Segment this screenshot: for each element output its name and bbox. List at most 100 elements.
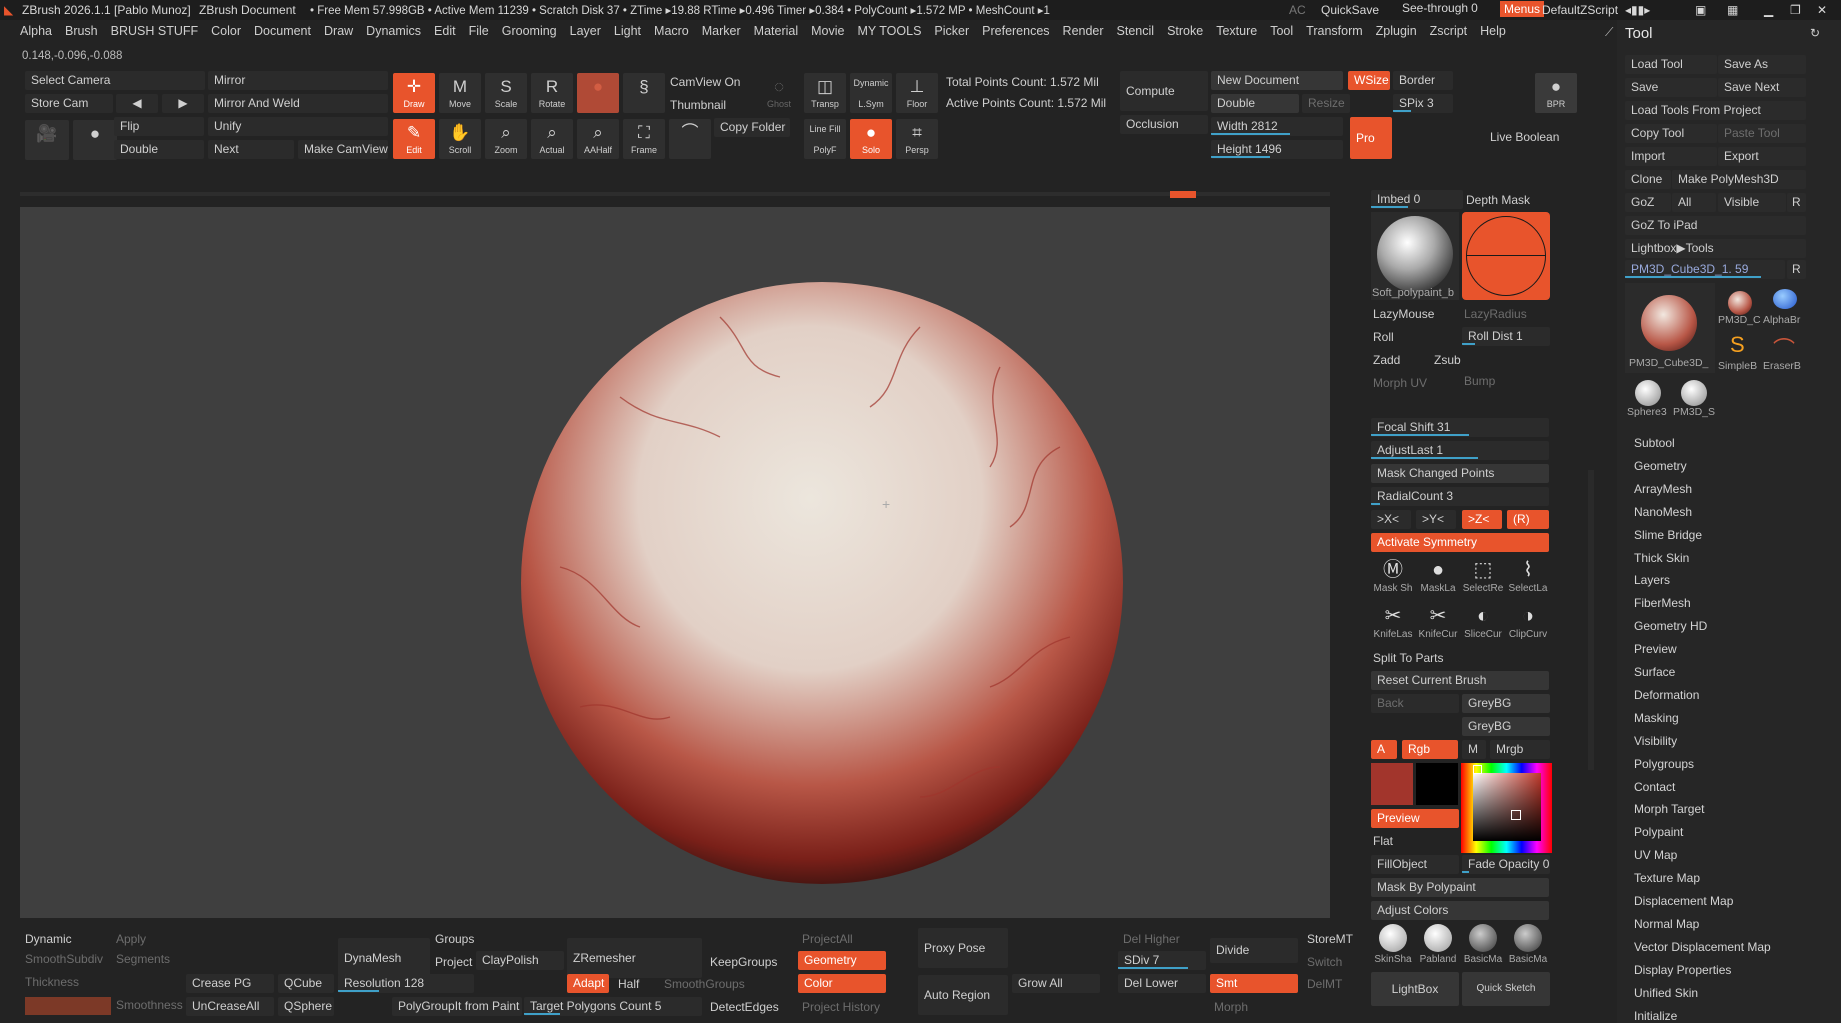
tool-section-subtool[interactable]: Subtool xyxy=(1634,436,1675,450)
menu-item[interactable]: Preferences xyxy=(982,24,1049,38)
greybg-button[interactable]: GreyBG xyxy=(1462,694,1550,713)
paste-tool-button[interactable]: Paste Tool xyxy=(1718,124,1806,143)
tool-palette-icon[interactable]: ⟋ xyxy=(1605,25,1613,40)
segments-slider[interactable]: Segments xyxy=(116,952,170,966)
delmt-button[interactable]: DelMT xyxy=(1307,977,1342,991)
menu-item[interactable]: Document xyxy=(254,24,311,38)
divide-button[interactable]: Divide xyxy=(1210,938,1298,963)
adjust-last-slider[interactable]: AdjustLast 1 xyxy=(1371,441,1549,460)
main-color-swatch[interactable] xyxy=(1371,763,1413,805)
compute-button[interactable]: Compute xyxy=(1120,71,1208,111)
del-lower-button[interactable]: Del Lower xyxy=(1118,974,1206,993)
live-boolean-toggle[interactable]: Live Boolean xyxy=(1490,130,1559,144)
next-button[interactable]: Next xyxy=(208,140,294,159)
draw-button[interactable]: ✛ Draw xyxy=(393,73,435,113)
layout-icon-2[interactable]: ▦ xyxy=(1727,3,1738,17)
auto-region-button[interactable]: Auto Region xyxy=(918,975,1008,1015)
adapt-toggle[interactable]: Adapt xyxy=(567,974,609,993)
actual-button[interactable]: ⌕ Actual xyxy=(531,119,573,159)
tool-section-normal-map[interactable]: Normal Map xyxy=(1634,917,1699,931)
reset-current-brush-button[interactable]: Reset Current Brush xyxy=(1371,671,1549,690)
select-camera-button[interactable]: Select Camera xyxy=(25,71,205,90)
activate-symmetry-button[interactable]: Activate Symmetry xyxy=(1371,533,1549,552)
next-camera-icon[interactable]: ▶ xyxy=(162,94,204,113)
minimize-icon[interactable]: ▁ xyxy=(1764,3,1773,17)
menu-item[interactable]: Transform xyxy=(1306,24,1363,38)
prev-camera-icon[interactable]: ◀ xyxy=(116,94,158,113)
undo-history-icon[interactable]: ◂▮▮▸ xyxy=(1625,3,1650,17)
symmetry-y-toggle[interactable]: >Y< xyxy=(1416,510,1456,529)
polygroupit-button[interactable]: PolyGroupIt from Paint xyxy=(392,997,522,1016)
mask_icons-item[interactable]: ⬚ SelectRe xyxy=(1461,557,1505,601)
geometry-toggle[interactable]: Geometry xyxy=(798,951,886,970)
save-tool-button[interactable]: Save xyxy=(1625,78,1717,97)
smoothsubdiv-slider[interactable]: SmoothSubdiv xyxy=(25,952,103,966)
mirror-button[interactable]: Mirror xyxy=(208,71,388,90)
double-document-button[interactable]: Double xyxy=(1211,94,1299,113)
mask_icons-item[interactable]: Ⓜ Mask Sh xyxy=(1371,557,1415,601)
claypolish-button[interactable]: ClayPolish xyxy=(476,951,564,970)
height-slider[interactable]: Height 1496 xyxy=(1211,140,1343,159)
layout-icon[interactable]: ▣ xyxy=(1695,3,1706,17)
menu-item[interactable]: Texture xyxy=(1216,24,1257,38)
tool-section-masking[interactable]: Masking xyxy=(1634,711,1679,725)
menu-item[interactable]: Tool xyxy=(1270,24,1293,38)
goz-to-ipad-button[interactable]: GoZ To iPad xyxy=(1625,216,1806,235)
menu-item[interactable]: Zplugin xyxy=(1376,24,1417,38)
mask-changed-points-toggle[interactable]: Mask Changed Points xyxy=(1371,464,1549,483)
split-to-parts-button[interactable]: Split To Parts xyxy=(1373,651,1443,665)
tool-thumbnail-main[interactable]: PM3D_Cube3D_ xyxy=(1625,283,1715,373)
adjust-colors-button[interactable]: Adjust Colors xyxy=(1371,901,1549,920)
crease-pg-button[interactable]: Crease PG xyxy=(186,974,274,993)
goz-r-button[interactable]: R xyxy=(1787,193,1806,212)
menu-item[interactable]: File xyxy=(469,24,489,38)
tool-section-geometry[interactable]: Geometry xyxy=(1634,459,1687,473)
thickness-slider[interactable]: Thickness xyxy=(25,975,79,989)
tool-section-visibility[interactable]: Visibility xyxy=(1634,734,1677,748)
load-tool-button[interactable]: Load Tool xyxy=(1625,55,1717,74)
dynamesh-button[interactable]: DynaMesh xyxy=(338,938,430,978)
uncreaseall-button[interactable]: UnCreaseAll xyxy=(186,997,274,1016)
border-button[interactable]: Border xyxy=(1393,71,1453,90)
width-slider[interactable]: Width 2812 xyxy=(1211,117,1343,136)
transp-button[interactable]: ◫ Transp xyxy=(804,73,846,113)
tool-section-display-properties[interactable]: Display Properties xyxy=(1634,963,1731,977)
tool-section-nanomesh[interactable]: NanoMesh xyxy=(1634,505,1692,519)
radial-symmetry-toggle[interactable]: (R) xyxy=(1507,510,1549,529)
m-toggle[interactable]: M xyxy=(1462,740,1486,759)
sdiv-slider[interactable]: SDiv 7 xyxy=(1118,951,1206,970)
preview-toggle[interactable]: Preview xyxy=(1371,809,1459,828)
cut_icons-item[interactable]: ◑ ClipCurv xyxy=(1506,603,1550,647)
move-button[interactable]: M Move xyxy=(439,73,481,113)
rgb-toggle[interactable]: Rgb xyxy=(1402,740,1458,759)
menu-item[interactable]: MY TOOLS xyxy=(857,24,921,38)
target-polygons-slider[interactable]: Target Polygons Count 5 xyxy=(524,997,702,1016)
menu-item[interactable]: Edit xyxy=(434,24,456,38)
edit-button[interactable]: ✎ Edit xyxy=(393,119,435,159)
roll-dist-slider[interactable]: Roll Dist 1 xyxy=(1462,327,1550,346)
tool-section-surface[interactable]: Surface xyxy=(1634,665,1675,679)
tool-section-layers[interactable]: Layers xyxy=(1634,573,1670,587)
scroll-button[interactable]: ✋ Scroll xyxy=(439,119,481,159)
menu-item[interactable]: Alpha xyxy=(20,24,52,38)
zoom-button[interactable]: ⌕ Zoom xyxy=(485,119,527,159)
menu-item[interactable]: Draw xyxy=(324,24,353,38)
goz-visible-button[interactable]: Visible xyxy=(1718,193,1786,212)
scale-button[interactable]: S Scale xyxy=(485,73,527,113)
switch-button[interactable]: Switch xyxy=(1307,955,1342,969)
double-button[interactable]: Double xyxy=(114,140,204,159)
tool-section-slime-bridge[interactable]: Slime Bridge xyxy=(1634,528,1702,542)
mask_icons-item[interactable]: ⌇ SelectLa xyxy=(1506,557,1550,601)
quicksave-button[interactable]: QuickSave xyxy=(1321,3,1379,17)
ghost-button[interactable]: ◌ Ghost xyxy=(758,73,800,113)
project-history-button[interactable]: Project History xyxy=(802,1000,880,1014)
rotate-button[interactable]: R Rotate xyxy=(531,73,573,113)
tool-section-displacement-map[interactable]: Displacement Map xyxy=(1634,894,1733,908)
menu-item[interactable]: Picker xyxy=(934,24,969,38)
zadd-toggle[interactable]: Zadd xyxy=(1373,353,1400,367)
frame-button[interactable]: ⛶ Frame xyxy=(623,119,665,159)
lightbox-button[interactable]: LightBox xyxy=(1371,972,1459,1006)
camera-icon[interactable]: 🎥 xyxy=(25,120,69,160)
half-toggle[interactable]: Half xyxy=(618,977,639,991)
qsphere-button[interactable]: QSphere xyxy=(278,997,334,1016)
